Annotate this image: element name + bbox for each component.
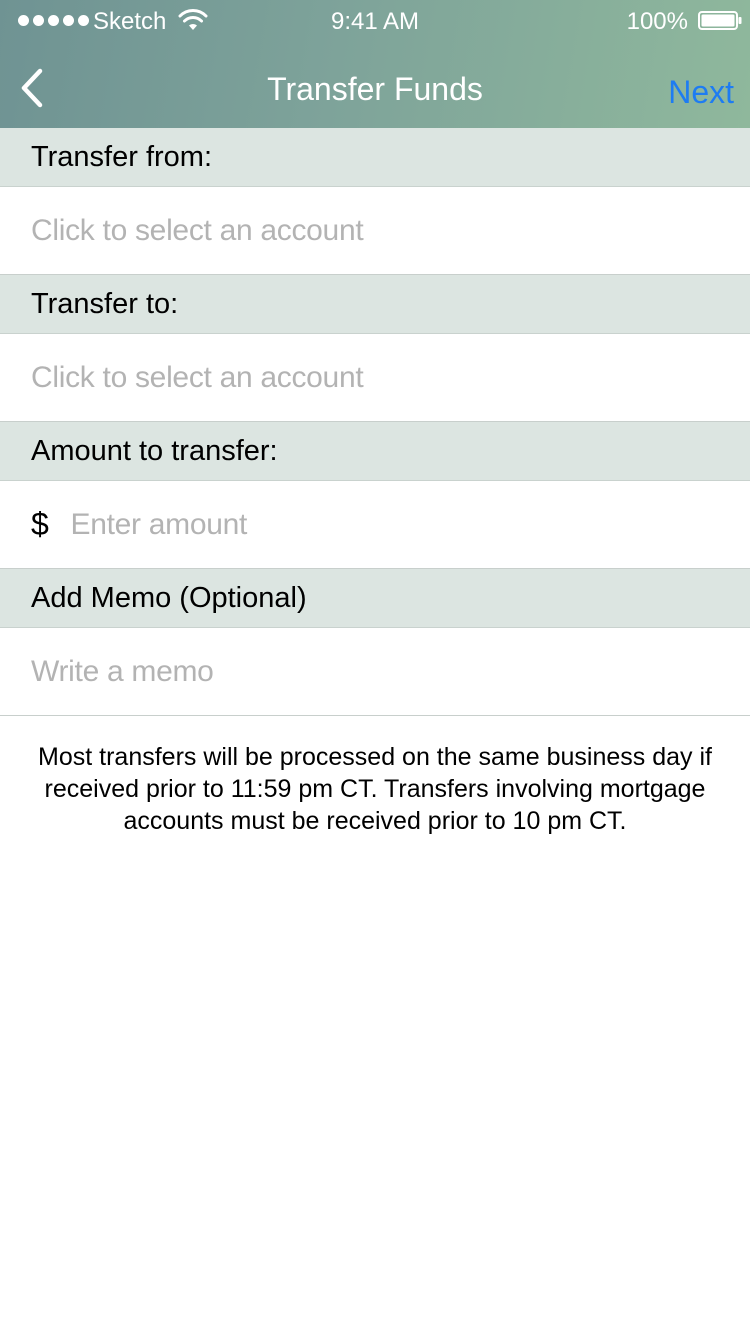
transfer-from-placeholder: Click to select an account: [31, 213, 364, 247]
next-button[interactable]: Next: [668, 73, 734, 111]
memo-header: Add Memo (Optional): [0, 569, 750, 628]
battery-percentage: 100%: [626, 8, 688, 35]
transfer-to-placeholder: Click to select an account: [31, 360, 364, 394]
transfer-from-header: Transfer from:: [0, 128, 750, 187]
battery-icon: [698, 11, 742, 30]
transfer-to-selector[interactable]: Click to select an account: [0, 334, 750, 422]
memo-placeholder: Write a memo: [31, 654, 214, 688]
navigation-bar: Transfer Funds Next: [0, 44, 750, 128]
transfer-to-header: Transfer to:: [0, 275, 750, 334]
page-title: Transfer Funds: [267, 71, 483, 107]
amount-field[interactable]: $ Enter amount: [0, 481, 750, 569]
transfer-from-selector[interactable]: Click to select an account: [0, 187, 750, 275]
transfer-form: Transfer from: Click to select an accoun…: [0, 128, 750, 716]
amount-header: Amount to transfer:: [0, 422, 750, 481]
memo-field[interactable]: Write a memo: [0, 628, 750, 716]
app-header: Sketch 9:41 AM 100% Transfer Funds Next: [0, 0, 750, 128]
status-bar: Sketch 9:41 AM 100%: [0, 0, 750, 44]
currency-symbol: $: [31, 506, 49, 542]
amount-placeholder: Enter amount: [70, 507, 248, 541]
transfer-notice: Most transfers will be processed on the …: [38, 743, 712, 835]
